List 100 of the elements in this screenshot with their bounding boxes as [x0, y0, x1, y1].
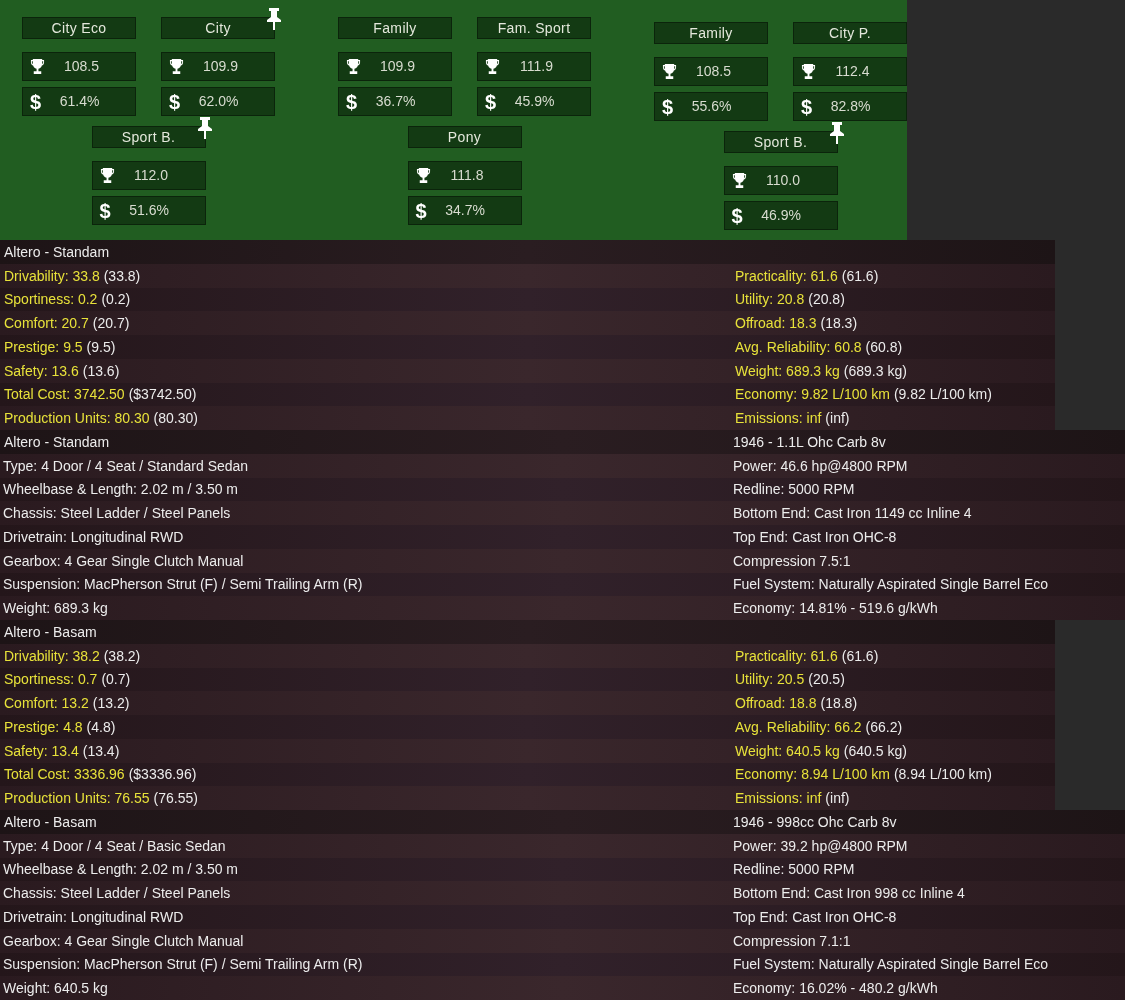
stat-baseline: (80.30) — [153, 411, 198, 426]
stat-baseline: (20.8) — [808, 292, 845, 307]
trophy-icon — [415, 167, 431, 184]
stat-value: Practicality: 61.6 — [735, 268, 838, 283]
stat-baseline: (0.2) — [101, 292, 131, 307]
score-value: 111.9 — [519, 57, 554, 76]
spec-text: Fuel System: Naturally Aspirated Single Barrel Eco — [733, 577, 1049, 592]
spec-text: Drivetrain: Longitudinal RWD — [3, 529, 184, 544]
trophy-icon — [30, 58, 45, 75]
score-value: 109.9 — [201, 57, 239, 76]
spec-text: Type: 4 Door / 4 Seat / Basic Sedan — [3, 838, 226, 853]
stat-value: Offroad: 18.3 — [735, 316, 817, 331]
stat-value: Comfort: 13.2 — [4, 696, 89, 711]
stat-baseline: (38.2) — [103, 648, 141, 663]
spec-text: Drivetrain: Longitudinal RWD — [3, 909, 184, 924]
stat-value: Total Cost: 3336.96 — [4, 767, 125, 782]
stat-baseline: ($3336.96) — [128, 767, 197, 782]
spec-text: Type: 4 Door / 4 Seat / Standard Sedan — [3, 458, 249, 473]
stat-value: Emissions: inf — [735, 791, 822, 806]
stat-value: Drivability: 33.8 — [4, 268, 100, 283]
spec-text: Economy: 14.81% - 519.6 g/kWh — [733, 601, 938, 616]
stat-value: Emissions: inf — [735, 411, 822, 426]
stat-value: Economy: 8.94 L/100 km — [735, 767, 890, 782]
stat-baseline: (20.5) — [808, 672, 845, 687]
share-value: 36.7% — [374, 92, 417, 111]
car-title: Altero - Basam — [4, 624, 97, 639]
trophy-icon — [99, 167, 115, 184]
stat-baseline: (18.3) — [820, 316, 858, 331]
stat-baseline: (0.7) — [101, 672, 131, 687]
currency-symbol: $ — [30, 91, 42, 112]
segment-title: Family — [654, 22, 768, 44]
share-value: 61.4% — [58, 92, 101, 111]
spec-text: Bottom End: Cast Iron 1149 cc Inline 4 — [733, 506, 972, 521]
share-value: 51.6% — [128, 201, 170, 220]
share-value: 55.6% — [690, 97, 733, 116]
stat-baseline: (9.5) — [86, 339, 116, 354]
trophy-icon — [485, 58, 500, 75]
stat-value: Practicality: 61.6 — [735, 648, 838, 663]
score-value: 112.4 — [834, 62, 871, 81]
currency-symbol: $ — [169, 91, 181, 112]
stat-value: Comfort: 20.7 — [4, 316, 89, 331]
pin-icon[interactable] — [196, 117, 213, 139]
spec-text: Chassis: Steel Ladder / Steel Panels — [3, 886, 231, 901]
share-value: 45.9% — [513, 92, 556, 111]
segment-title: City P. — [793, 22, 907, 44]
stat-value: Production Units: 80.30 — [4, 411, 150, 426]
stat-value: Sportiness: 0.2 — [4, 292, 98, 307]
stat-value: Drivability: 38.2 — [4, 648, 100, 663]
score-value: 112.0 — [133, 166, 169, 185]
stat-value: Prestige: 9.5 — [4, 339, 83, 354]
stat-value: Safety: 13.4 — [4, 743, 79, 758]
pin-icon[interactable] — [266, 8, 282, 30]
trophy-icon — [662, 63, 677, 80]
stat-baseline: (18.8) — [820, 696, 858, 711]
spec-text: Redline: 5000 RPM — [733, 862, 855, 877]
stat-value: Total Cost: 3742.50 — [4, 387, 125, 402]
stat-value: Weight: 689.3 kg — [735, 363, 840, 378]
currency-symbol: $ — [662, 96, 674, 117]
spec-text: Wheelbase & Length: 2.02 m / 3.50 m — [3, 862, 239, 877]
spec-text: Suspension: MacPherson Strut (F) / Semi Trailing Arm (R) — [3, 577, 363, 592]
stat-baseline: (8.94 L/100 km) — [893, 767, 992, 782]
trophy-icon — [169, 58, 184, 75]
stat-value: Weight: 640.5 kg — [735, 743, 840, 758]
share-value: 62.0% — [197, 92, 240, 111]
stat-baseline: (33.8) — [103, 268, 141, 283]
engine-title: 1946 - 1.1L Ohc Carb 8v — [733, 434, 886, 449]
trophy-icon — [731, 172, 747, 189]
segment-title: City Eco — [22, 17, 136, 39]
spec-text: Wheelbase & Length: 2.02 m / 3.50 m — [3, 482, 239, 497]
stat-baseline: (13.6) — [82, 363, 120, 378]
share-value: 82.8% — [829, 97, 872, 116]
stat-value: Utility: 20.8 — [735, 292, 805, 307]
currency-symbol: $ — [346, 91, 358, 112]
stat-value: Production Units: 76.55 — [4, 791, 150, 806]
stat-baseline: (20.7) — [92, 316, 130, 331]
spec-text: Compression 7.1:1 — [733, 933, 851, 948]
stat-baseline: (9.82 L/100 km) — [893, 387, 992, 402]
trophy-icon — [801, 63, 816, 80]
stat-baseline: (689.3 kg) — [843, 363, 907, 378]
stat-value: Prestige: 4.8 — [4, 719, 83, 734]
car-title: Altero - Standam — [4, 244, 110, 259]
pin-icon[interactable] — [828, 122, 845, 144]
spec-text: Power: 46.6 hp@4800 RPM — [733, 458, 908, 473]
currency-symbol: $ — [99, 200, 111, 221]
spec-text: Fuel System: Naturally Aspirated Single Barrel Eco — [733, 957, 1049, 972]
engine-title: 1946 - 998cc Ohc Carb 8v — [733, 814, 897, 829]
currency-symbol: $ — [415, 200, 427, 221]
stat-baseline: (61.6) — [841, 268, 879, 283]
spec-text: Weight: 640.5 kg — [3, 981, 108, 996]
car-title: Altero - Standam — [4, 434, 110, 449]
currency-symbol: $ — [485, 91, 497, 112]
stat-baseline: (inf) — [825, 791, 850, 806]
spec-text: Compression 7.5:1 — [733, 553, 851, 568]
stat-value: Avg. Reliability: 60.8 — [735, 339, 862, 354]
share-value: 46.9% — [760, 206, 802, 225]
stat-baseline: (4.8) — [86, 719, 116, 734]
spec-text: Weight: 689.3 kg — [3, 601, 108, 616]
stat-value: Economy: 9.82 L/100 km — [735, 387, 890, 402]
share-value: 34.7% — [444, 201, 486, 220]
score-value: 108.5 — [694, 62, 732, 81]
